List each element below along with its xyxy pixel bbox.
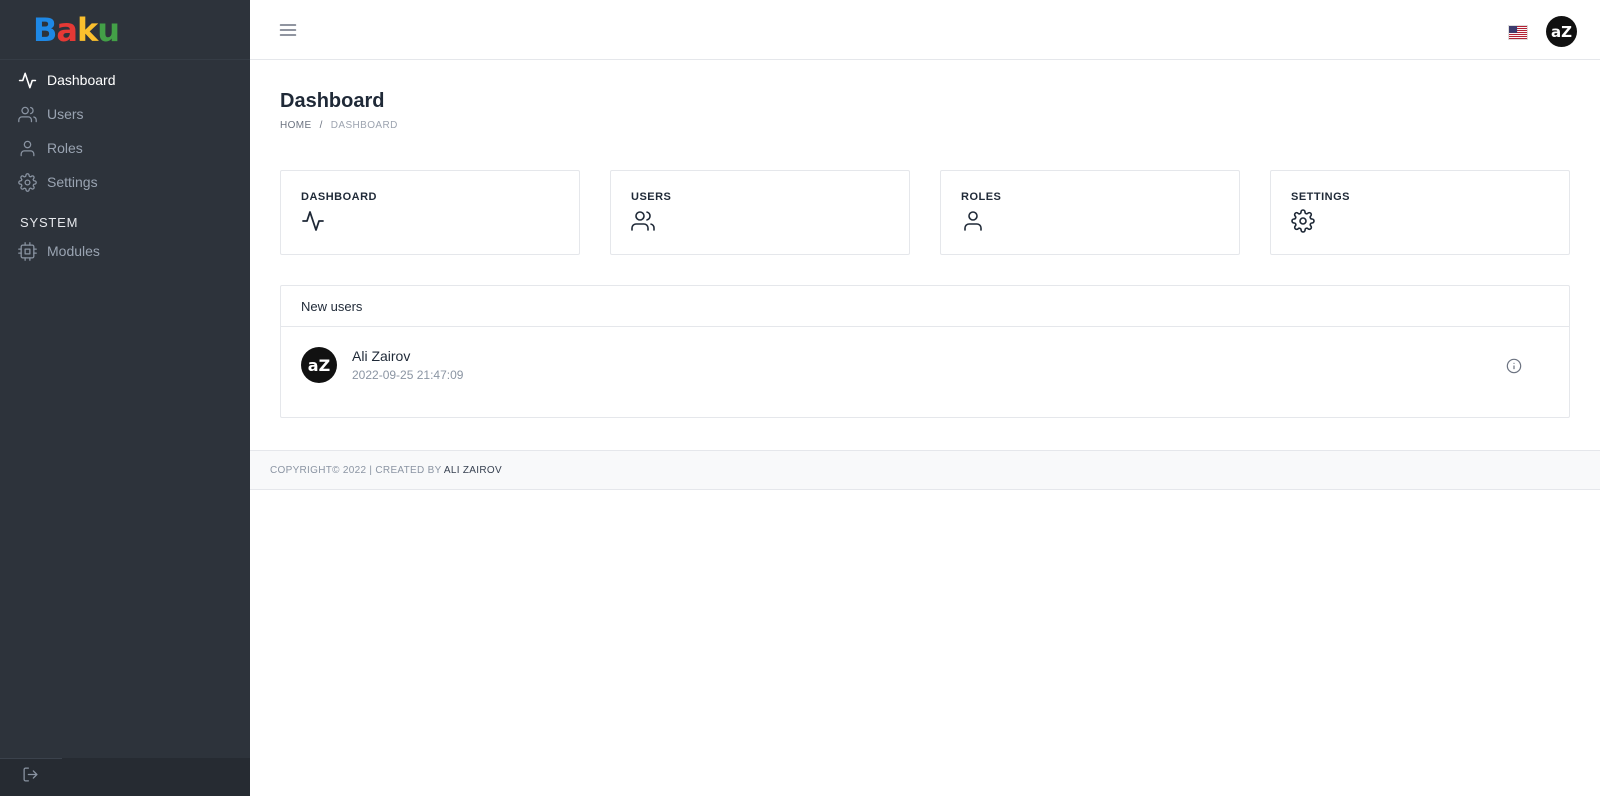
sidebar-item-settings[interactable]: Settings [0, 165, 250, 199]
card-dashboard[interactable]: DASHBOARD [280, 170, 580, 255]
user-date: 2022-09-25 21:47:09 [352, 368, 464, 382]
list-item: aZ Ali Zairov 2022-09-25 21:47:09 [281, 327, 1569, 417]
breadcrumb: HOME / DASHBOARD [280, 120, 398, 131]
panel-title: New users [281, 286, 1569, 327]
breadcrumb-separator: / [319, 120, 323, 131]
card-title: SETTINGS [1291, 191, 1351, 203]
sidebar-item-label: Settings [47, 174, 98, 190]
users-icon [631, 209, 655, 233]
sidebar-nav: Dashboard Users Roles Settings SYSTEM Mo… [0, 60, 250, 268]
sidebar: B a k u Dashboard Users Roles Settings S… [0, 0, 250, 796]
activity-icon [18, 71, 37, 90]
card-users[interactable]: USERS [610, 170, 910, 255]
footer-copyright: COPYRIGHT© 2022 | CREATED BY [270, 465, 442, 476]
sidebar-item-modules[interactable]: Modules [0, 234, 250, 268]
sidebar-section-system: SYSTEM [20, 215, 79, 230]
card-settings[interactable]: SETTINGS [1270, 170, 1570, 255]
user-icon [18, 139, 37, 158]
us-flag-icon[interactable] [1508, 25, 1528, 40]
brand-letter: a [56, 10, 78, 49]
gear-icon [1291, 209, 1315, 233]
brand-logo[interactable]: B a k u [33, 10, 120, 49]
brand-letter: u [97, 10, 120, 49]
sidebar-item-label: Dashboard [47, 72, 116, 88]
avatar[interactable]: aZ [1546, 16, 1577, 47]
brand-letter: B [33, 10, 57, 49]
sidebar-item-label: Roles [47, 140, 83, 156]
sidebar-item-users[interactable]: Users [0, 97, 250, 131]
sidebar-item-dashboard[interactable]: Dashboard [0, 63, 250, 97]
sidebar-item-label: Modules [47, 243, 100, 259]
card-title: ROLES [961, 191, 1002, 203]
card-roles[interactable]: ROLES [940, 170, 1240, 255]
sidebar-item-roles[interactable]: Roles [0, 131, 250, 165]
activity-icon [301, 209, 325, 233]
top-header: aZ [250, 0, 1600, 60]
footer-author-link[interactable]: ALI ZAIROV [444, 465, 502, 476]
user-name: Ali Zairov [352, 348, 411, 364]
brand[interactable]: B a k u [0, 0, 250, 60]
cpu-icon [18, 241, 37, 261]
shortcut-cards: DASHBOARD USERS ROLES SETTINGS [280, 170, 1570, 255]
breadcrumb-home[interactable]: HOME [280, 120, 312, 131]
sidebar-footer [0, 758, 250, 796]
avatar: aZ [301, 347, 337, 383]
page-footer: COPYRIGHT© 2022 | CREATED BY ALI ZAIROV [250, 450, 1600, 490]
hamburger-icon[interactable] [278, 20, 300, 40]
sidebar-item-label: Users [47, 106, 84, 122]
divider [0, 758, 62, 759]
card-title: DASHBOARD [301, 191, 377, 203]
page-title: Dashboard [280, 90, 385, 112]
brand-letter: k [76, 10, 98, 49]
info-icon[interactable] [1506, 358, 1522, 374]
users-icon [18, 105, 37, 124]
new-users-panel: New users aZ Ali Zairov 2022-09-25 21:47… [280, 285, 1570, 418]
card-title: USERS [631, 191, 672, 203]
gear-icon [18, 172, 37, 192]
user-icon [961, 209, 985, 233]
logout-icon[interactable] [22, 766, 39, 788]
breadcrumb-current: DASHBOARD [330, 120, 398, 131]
